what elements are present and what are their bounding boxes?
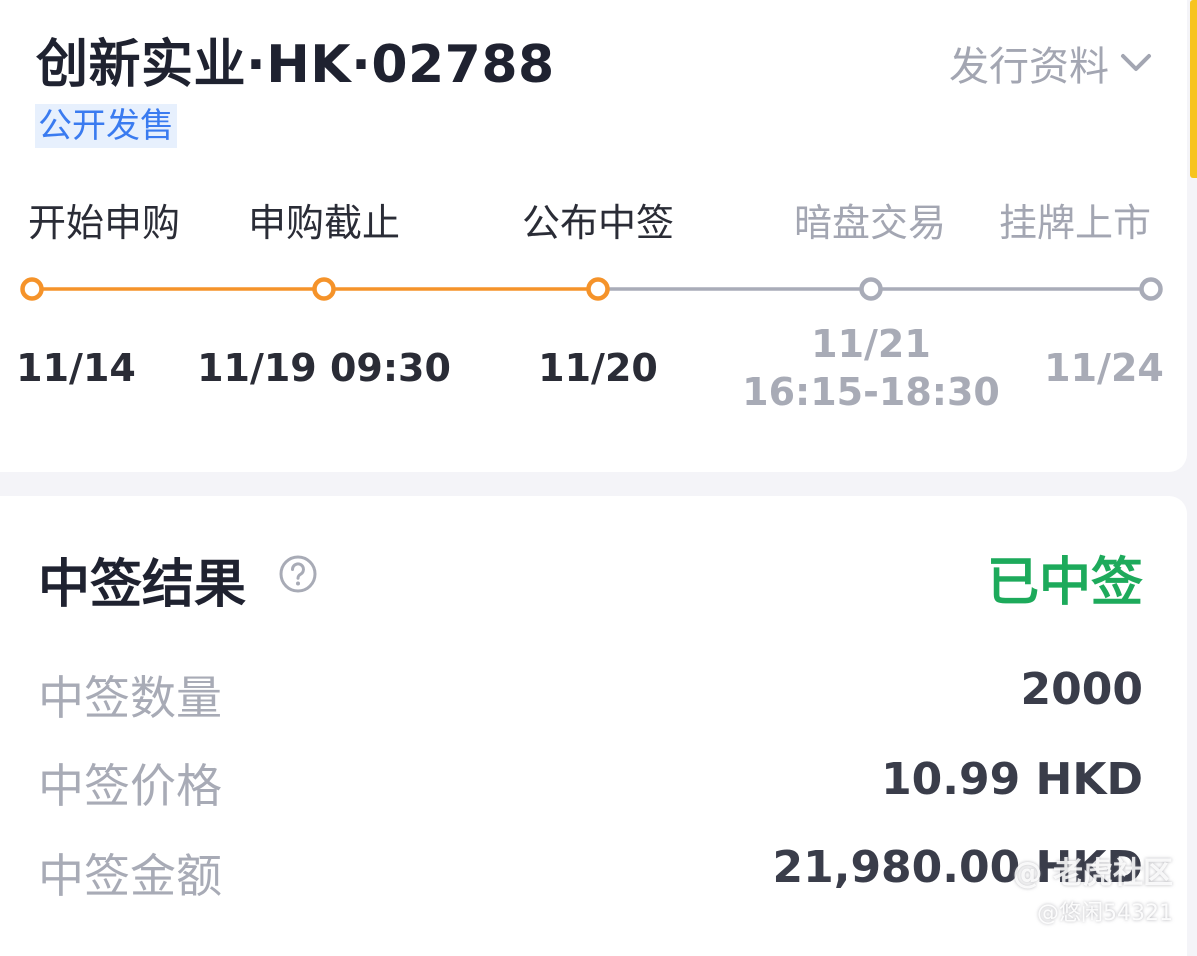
step-date-allotment: 11/20 [538, 346, 658, 390]
step-label-subscribe-start: 开始申购 [27, 201, 181, 245]
scroll-indicator[interactable] [1190, 0, 1197, 178]
timeline-node-1 [312, 277, 336, 301]
allotted-price-value: 10.99 HKD [881, 754, 1143, 805]
allotted-price-label: 中签价格 [38, 759, 222, 813]
allotted-amount-label: 中签金额 [38, 849, 222, 903]
help-icon[interactable] [278, 554, 318, 594]
watermark-brand: @ 老虎社区 [1012, 856, 1173, 891]
allotted-quantity-label: 中签数量 [38, 671, 222, 725]
result-status-badge: 已中签 [986, 553, 1143, 613]
watermark-user: @悠闲54321 [1037, 901, 1173, 926]
allotted-quantity-value: 2000 [1020, 664, 1143, 715]
step-label-grey-market: 暗盘交易 [793, 201, 947, 245]
status-tag: 公开发售 [35, 104, 177, 148]
timeline-node-3 [859, 277, 883, 301]
result-title: 中签结果 [38, 555, 247, 615]
step-date-listing: 11/24 [1044, 346, 1164, 390]
step-label-allotment: 公布中签 [521, 201, 675, 245]
chevron-down-icon [1121, 54, 1151, 71]
stock-title: 创新实业·HK·02788 [36, 35, 555, 95]
timeline-node-0 [20, 277, 44, 301]
step-date-subscribe-start: 11/14 [16, 346, 136, 390]
prospectus-dropdown[interactable]: 发行资料 [949, 34, 1153, 92]
timeline-node-2 [586, 277, 610, 301]
step-date-grey-market: 11/21 16:15-18:30 [742, 322, 1000, 414]
ipo-timeline [20, 277, 1163, 301]
step-label-subscribe-end: 申购截止 [247, 201, 401, 245]
step-date-subscribe-end: 11/19 09:30 [197, 346, 451, 390]
prospectus-label: 发行资料 [949, 44, 1109, 90]
step-label-listing: 挂牌上市 [998, 201, 1152, 245]
timeline-node-4 [1139, 277, 1163, 301]
